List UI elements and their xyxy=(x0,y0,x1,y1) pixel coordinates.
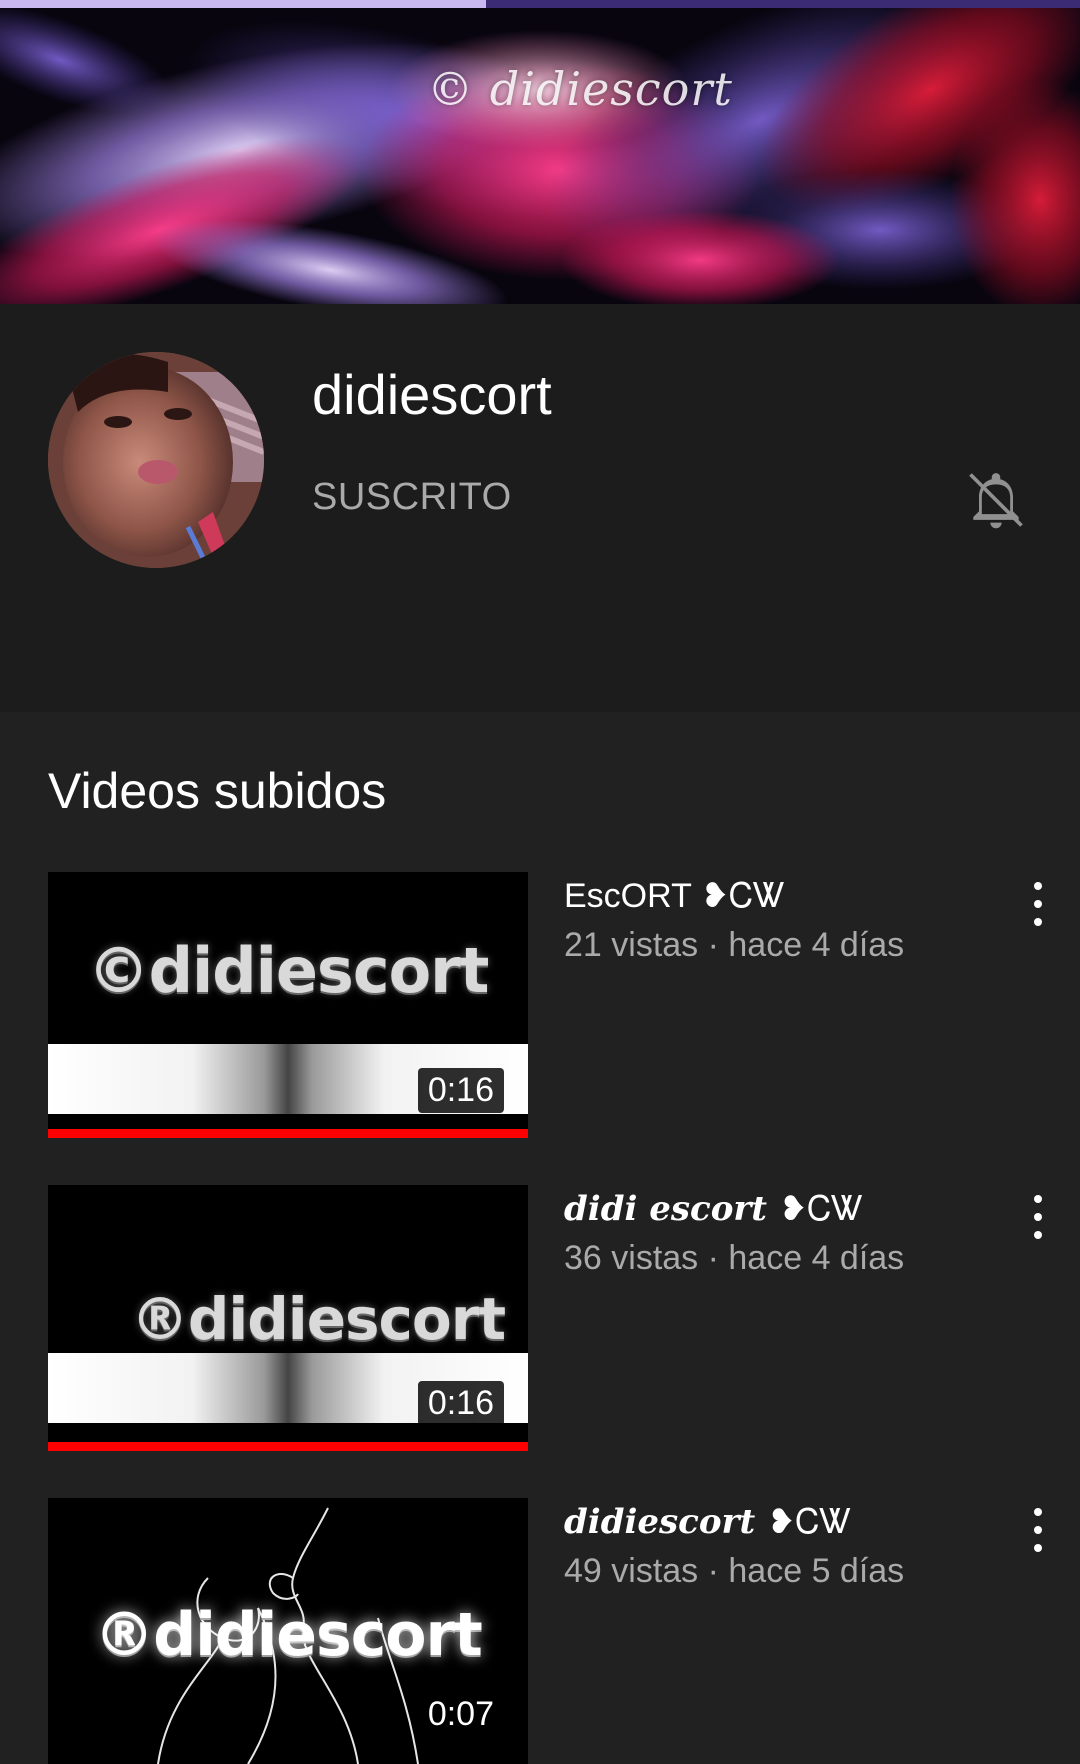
thumbnail-text: ®didiescort xyxy=(94,1600,483,1670)
subscribed-button[interactable]: SUSCRITO xyxy=(312,476,512,519)
section-title: Videos subidos xyxy=(48,763,387,819)
video-title[interactable]: didiescort ❥ᏟᏔ xyxy=(564,1502,852,1542)
loading-progress-fill xyxy=(0,0,486,8)
uploaded-videos-section: Videos subidos ©didiescort 0:16 EscORT ❥… xyxy=(0,712,1080,1764)
video-title-suffix: ❥ᏟᏔ xyxy=(767,1502,853,1542)
loading-progress-bar xyxy=(0,0,1080,8)
video-duration: 0:07 xyxy=(417,1692,504,1737)
kebab-dot xyxy=(1034,1526,1042,1534)
thumbnail-text: ®didiescort xyxy=(130,1285,506,1353)
kebab-dot xyxy=(1034,1508,1042,1516)
banner-art xyxy=(0,0,1080,304)
channel-name: didiescort xyxy=(312,363,552,426)
avatar-image xyxy=(48,352,264,568)
channel-banner: © didiescort xyxy=(0,0,1080,304)
video-meta: 36 vistas · hace 4 días xyxy=(564,1239,905,1277)
kebab-dot xyxy=(1034,1213,1042,1221)
video-more-options-button[interactable] xyxy=(1016,878,1060,934)
video-title-text: didiescort xyxy=(564,1502,756,1542)
notifications-off-button[interactable] xyxy=(962,466,1030,534)
kebab-dot xyxy=(1034,918,1042,926)
video-meta: 21 vistas · hace 4 días xyxy=(564,926,905,964)
channel-avatar[interactable] xyxy=(48,352,264,568)
kebab-dot xyxy=(1034,1231,1042,1239)
kebab-dot xyxy=(1034,1544,1042,1552)
video-duration: 0:16 xyxy=(417,1381,504,1426)
video-item[interactable]: ©didiescort 0:16 EscORT ❥ᏟᏔ 21 vistas · … xyxy=(0,872,1080,1138)
video-more-options-button[interactable] xyxy=(1016,1504,1060,1560)
kebab-dot xyxy=(1034,882,1042,890)
video-title-text: didi escort xyxy=(564,1189,767,1229)
video-title-suffix: ❥ᏟᏔ xyxy=(778,1189,864,1229)
video-thumbnail[interactable]: ©didiescort 0:16 xyxy=(48,872,528,1138)
video-title[interactable]: EscORT ❥ᏟᏔ xyxy=(564,876,786,916)
kebab-dot xyxy=(1034,900,1042,908)
watched-progress-bar xyxy=(48,1442,528,1451)
video-title-suffix: ❥ᏟᏔ xyxy=(700,877,786,915)
video-title[interactable]: didi escort ❥ᏟᏔ xyxy=(564,1189,864,1229)
video-item[interactable]: ®didiescort 0:16 didi escort ❥ᏟᏔ 36 vist… xyxy=(0,1185,1080,1451)
thumbnail-text: ©didiescort xyxy=(87,934,490,1007)
video-item[interactable]: ®didiescort 0:07 didiescort ❥ᏟᏔ 49 vista… xyxy=(0,1498,1080,1764)
kebab-dot xyxy=(1034,1195,1042,1203)
channel-header: didiescort SUSCRITO xyxy=(0,304,1080,712)
video-more-options-button[interactable] xyxy=(1016,1191,1060,1247)
video-title-text: EscORT xyxy=(564,877,692,915)
watched-progress-bar xyxy=(48,1129,528,1138)
banner-watermark: © didiescort xyxy=(427,62,733,116)
video-duration: 0:16 xyxy=(417,1068,504,1113)
bell-off-icon xyxy=(969,473,1023,529)
video-thumbnail[interactable]: ®didiescort 0:16 xyxy=(48,1185,528,1451)
video-thumbnail[interactable]: ®didiescort 0:07 xyxy=(48,1498,528,1764)
video-meta: 49 vistas · hace 5 días xyxy=(564,1552,905,1590)
